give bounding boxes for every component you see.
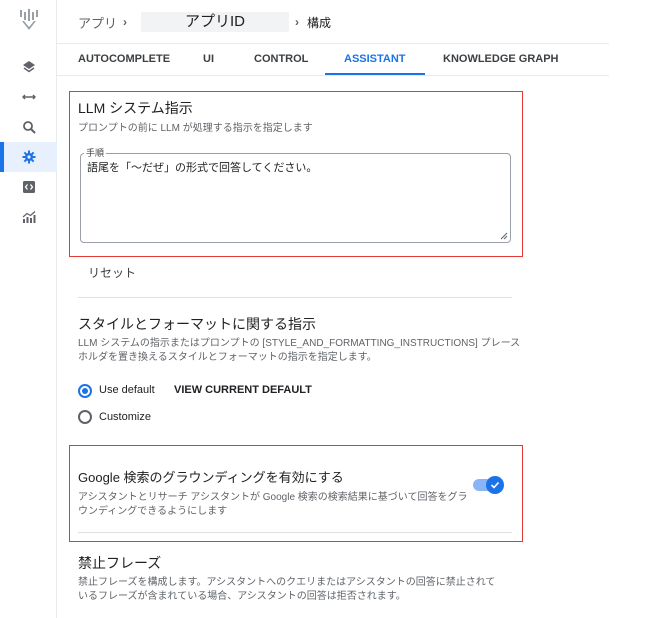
breadcrumb: アプリ › アプリID › 構成 bbox=[78, 12, 331, 32]
banned-description-line1: 禁止フレーズを構成します。アシスタントへのクエリまたはアシスタントの回答に禁止さ… bbox=[78, 577, 496, 588]
breadcrumb-app-id[interactable]: アプリID bbox=[141, 12, 290, 32]
grounding-toggle[interactable] bbox=[473, 476, 505, 494]
tab-autocomplete[interactable]: AUTOCOMPLETE bbox=[78, 44, 170, 75]
llm-section-title: LLM システム指示 bbox=[78, 100, 193, 116]
chevron-right-icon: › bbox=[123, 15, 128, 29]
search-icon bbox=[22, 121, 36, 134]
grounding-title: Google 検索のグラウンディングを有効にする bbox=[78, 470, 344, 485]
style-section-title: スタイルとフォーマットに関する指示 bbox=[78, 316, 316, 332]
banned-phrases-title: 禁止フレーズ bbox=[78, 555, 162, 571]
instructions-value[interactable]: 語尾を「〜だぜ」の形式で回答してください。 bbox=[87, 159, 497, 175]
style-description-line2: ホルダを置き換えるスタイルとフォーマットの指示を指定します。 bbox=[78, 352, 377, 363]
check-icon bbox=[490, 481, 500, 489]
tab-knowledge-graph[interactable]: KNOWLEDGE GRAPH bbox=[443, 44, 559, 75]
section-divider bbox=[78, 297, 512, 298]
sidebar-item-data[interactable] bbox=[0, 52, 57, 82]
sidebar-item-configurations[interactable] bbox=[0, 142, 57, 172]
chevron-right-icon: › bbox=[295, 15, 300, 29]
grounding-description-line2: ウンディングできるようにします bbox=[78, 506, 228, 517]
tab-assistant[interactable]: ASSISTANT bbox=[325, 44, 425, 75]
sidebar-item-controls[interactable] bbox=[0, 172, 57, 202]
banned-description-line2: いるフレーズが含まれている場合、アシスタントの回答は拒否されます。 bbox=[78, 591, 406, 602]
breadcrumb-app[interactable]: アプリ bbox=[78, 13, 117, 32]
reset-button[interactable]: リセット bbox=[88, 264, 136, 281]
code-icon bbox=[22, 181, 35, 193]
tabs-divider bbox=[57, 75, 609, 76]
tab-control[interactable]: CONTROL bbox=[254, 44, 308, 75]
sidebar-item-analytics[interactable] bbox=[0, 202, 57, 232]
app-logo-icon bbox=[20, 9, 38, 30]
grounding-description-line1: アシスタントとリサーチ アシスタントが Google 検索の検索結果に基づいて回… bbox=[78, 492, 468, 503]
instructions-field-label: 手順 bbox=[84, 146, 107, 159]
style-description-line1: LLM システムの指示またはプロンプトの [STYLE_AND_FORMATTI… bbox=[78, 338, 521, 349]
sidebar-item-preview[interactable] bbox=[0, 112, 57, 142]
use-default-label[interactable]: Use default bbox=[99, 384, 155, 396]
customize-label[interactable]: Customize bbox=[99, 411, 151, 423]
llm-section-description: プロンプトの前に LLM が処理する指示を指定します bbox=[78, 123, 313, 134]
arrows-icon bbox=[21, 94, 36, 100]
sidebar-item-integration[interactable] bbox=[0, 82, 57, 112]
tab-ui[interactable]: UI bbox=[203, 44, 214, 75]
use-default-radio[interactable] bbox=[78, 384, 92, 398]
layers-icon bbox=[22, 61, 35, 73]
resize-handle-icon[interactable] bbox=[500, 232, 508, 240]
toggle-knob bbox=[486, 476, 504, 494]
section-divider bbox=[78, 532, 512, 533]
breadcrumb-current: 構成 bbox=[307, 15, 332, 30]
customize-radio[interactable] bbox=[78, 410, 92, 424]
analytics-icon bbox=[22, 211, 35, 223]
view-current-default-button[interactable]: VIEW CURRENT DEFAULT bbox=[174, 384, 312, 396]
side-nav bbox=[0, 0, 57, 618]
gear-icon bbox=[22, 150, 35, 164]
